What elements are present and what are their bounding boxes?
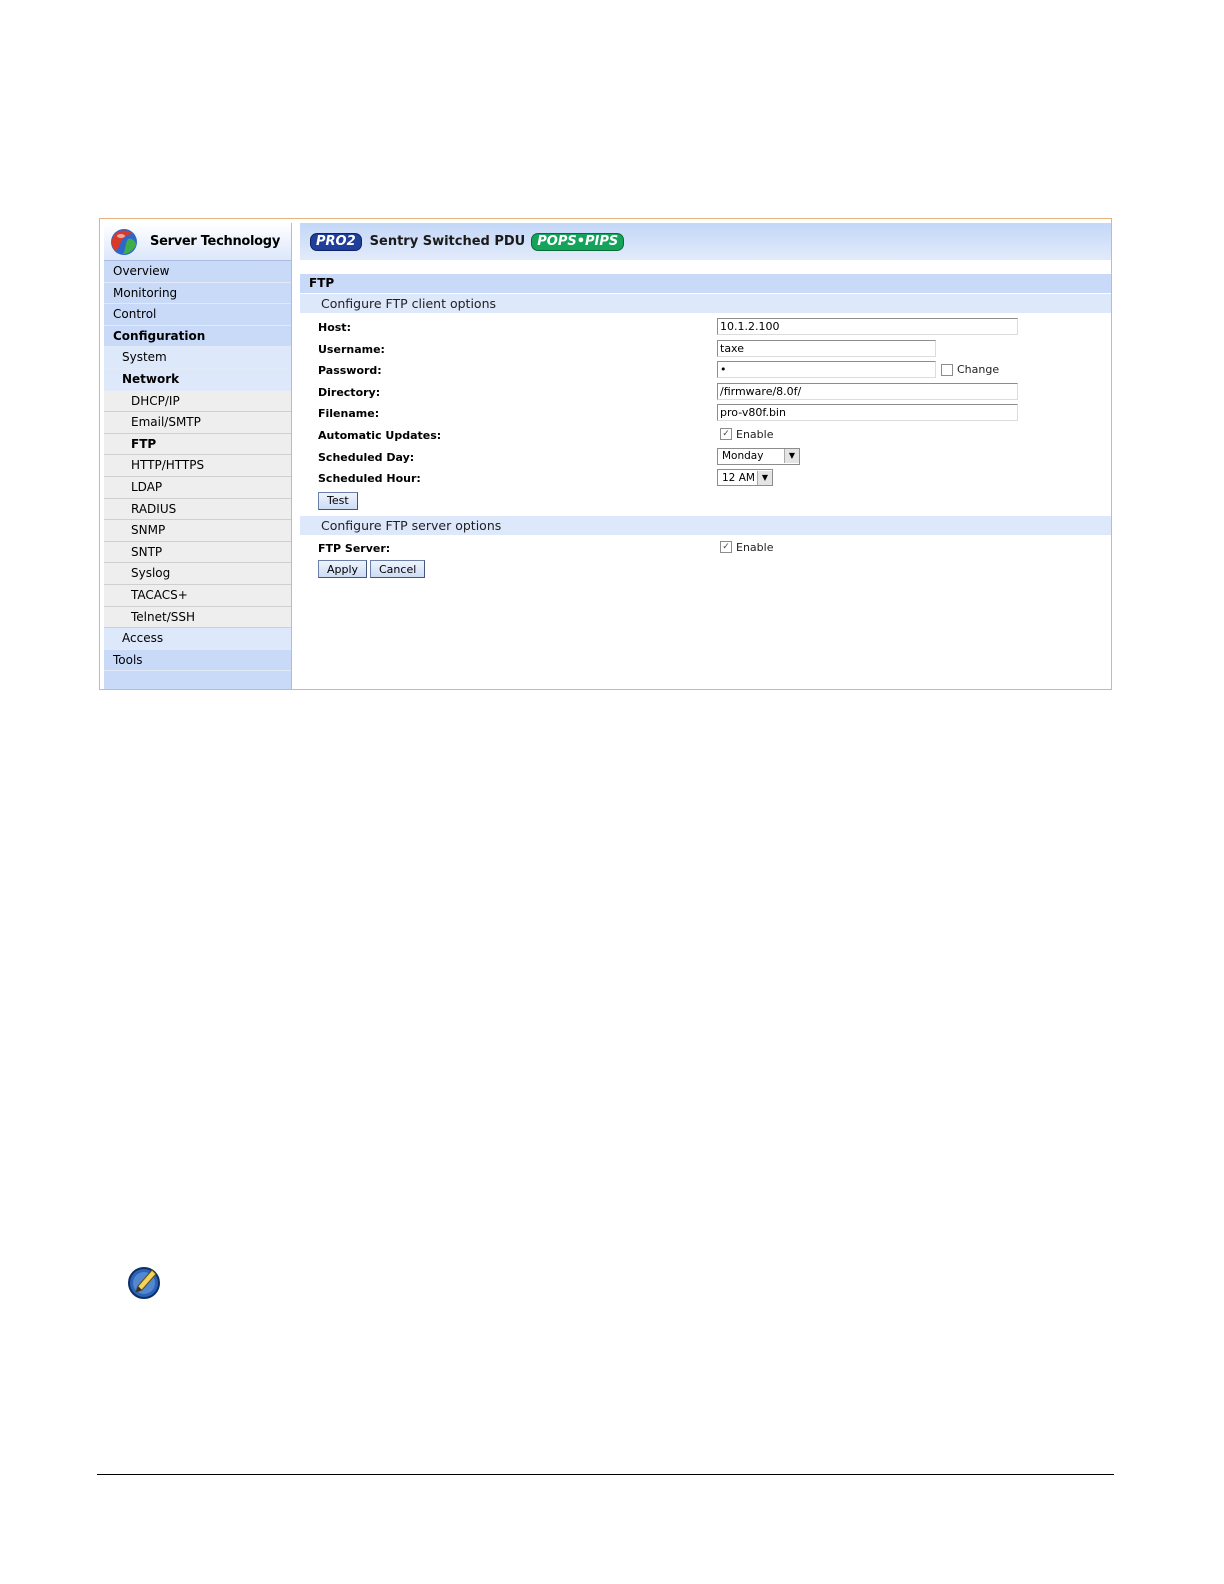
password-label: Password: <box>318 364 382 378</box>
pops-pips-badge: POPS•PIPS <box>531 232 625 251</box>
username-label: Username: <box>318 342 385 356</box>
sidebar-item-network[interactable]: Network <box>104 368 291 391</box>
sidebar-item-control[interactable]: Control <box>104 304 291 326</box>
change-password-checkbox[interactable] <box>941 363 953 376</box>
client-options-heading: Configure FTP client options <box>300 294 1111 313</box>
apply-button[interactable]: Apply <box>318 560 368 579</box>
host-row: Host: <box>300 317 1111 339</box>
directory-input[interactable] <box>717 382 1018 400</box>
ftp-server-row: FTP Server: ✓ Enable <box>300 538 1111 560</box>
auto-updates-row: Automatic Updates: ✓ Enable <box>300 425 1111 447</box>
sidebar-item-dhcp-ip[interactable]: DHCP/IP <box>104 390 291 413</box>
sidebar-item-http-https[interactable]: HTTP/HTTPS <box>104 455 291 477</box>
pro-badge: PRO2 <box>310 232 362 251</box>
app-header: PRO2 Sentry Switched PDU POPS•PIPS <box>300 223 1111 260</box>
sidebar-item-system[interactable]: System <box>104 347 291 369</box>
sidebar-item-access[interactable]: Access <box>104 628 291 650</box>
sidebar-item-ftp[interactable]: FTP <box>104 433 291 456</box>
scheduled-day-label: Scheduled Day: <box>318 450 415 464</box>
page-title: FTP <box>300 274 1111 293</box>
sidebar-item-email-smtp[interactable]: Email/SMTP <box>104 412 291 434</box>
scheduled-hour-value: 12 AM <box>722 471 755 484</box>
sidebar-item-monitoring[interactable]: Monitoring <box>104 282 291 305</box>
server-options-heading: Configure FTP server options <box>300 515 1111 535</box>
scheduled-day-select[interactable]: Monday ▼ <box>717 447 800 465</box>
browser-frame: Server Technology Overview Monitoring Cont… <box>99 218 1112 690</box>
password-input[interactable] <box>717 361 936 379</box>
globe-logo-icon <box>111 228 137 255</box>
footer-rule <box>97 1474 1114 1475</box>
chevron-down-icon: ▼ <box>784 449 799 464</box>
sidebar-item-configuration[interactable]: Configuration <box>104 325 291 348</box>
brand-name: Server Technology <box>150 234 280 249</box>
test-row: Test <box>300 490 1111 513</box>
action-row: Apply Cancel <box>300 559 1111 581</box>
scheduled-day-row: Scheduled Day: Monday ▼ <box>300 447 1111 469</box>
password-row: Password: Change <box>300 360 1111 382</box>
cancel-button[interactable]: Cancel <box>370 560 426 579</box>
product-title: Sentry Switched PDU <box>369 234 526 249</box>
chevron-down-icon: ▼ <box>757 470 772 485</box>
sidebar-item-sntp[interactable]: SNTP <box>104 541 291 564</box>
sidebar-item-radius[interactable]: RADIUS <box>104 498 291 521</box>
username-row: Username: <box>300 339 1111 361</box>
filename-row: Filename: <box>300 403 1111 425</box>
pencil-note-icon <box>128 1267 160 1299</box>
change-password-label: Change <box>957 363 1000 377</box>
test-button[interactable]: Test <box>318 491 358 510</box>
brand-logo: Server Technology <box>104 223 291 261</box>
filename-label: Filename: <box>318 407 380 421</box>
filename-input[interactable] <box>717 404 1018 422</box>
directory-row: Directory: <box>300 382 1111 404</box>
sidebar-item-tools[interactable]: Tools <box>104 649 291 672</box>
ftp-server-label: FTP Server: <box>318 541 391 555</box>
main-content: FTP Configure FTP client options Host: U… <box>300 274 1111 581</box>
auto-updates-label: Automatic Updates: <box>318 428 442 442</box>
host-label: Host: <box>318 321 351 334</box>
ftp-server-enable-label: Enable <box>736 540 774 554</box>
username-input[interactable] <box>717 339 936 357</box>
directory-label: Directory: <box>318 385 381 399</box>
sidebar-item-syslog[interactable]: Syslog <box>104 563 291 585</box>
sidebar-nav: Overview Monitoring Control Configuration Sy… <box>104 261 291 672</box>
sidebar-item-overview[interactable]: Overview <box>104 261 291 283</box>
auto-updates-enable-label: Enable <box>736 427 774 441</box>
sidebar: Server Technology Overview Monitoring Cont… <box>104 223 292 689</box>
host-input[interactable] <box>717 318 1018 335</box>
sidebar-item-snmp[interactable]: SNMP <box>104 520 291 542</box>
sidebar-item-tacacs[interactable]: TACACS+ <box>104 584 291 607</box>
scheduled-hour-select[interactable]: 12 AM ▼ <box>717 469 773 487</box>
scheduled-hour-label: Scheduled Hour: <box>318 472 421 486</box>
auto-updates-checkbox[interactable]: ✓ <box>720 428 732 441</box>
ftp-server-checkbox[interactable]: ✓ <box>720 541 732 554</box>
sidebar-item-ldap[interactable]: LDAP <box>104 476 291 499</box>
scheduled-hour-row: Scheduled Hour: 12 AM ▼ <box>300 468 1111 490</box>
sidebar-item-telnet-ssh[interactable]: Telnet/SSH <box>104 606 291 629</box>
scheduled-day-value: Monday <box>722 450 764 463</box>
